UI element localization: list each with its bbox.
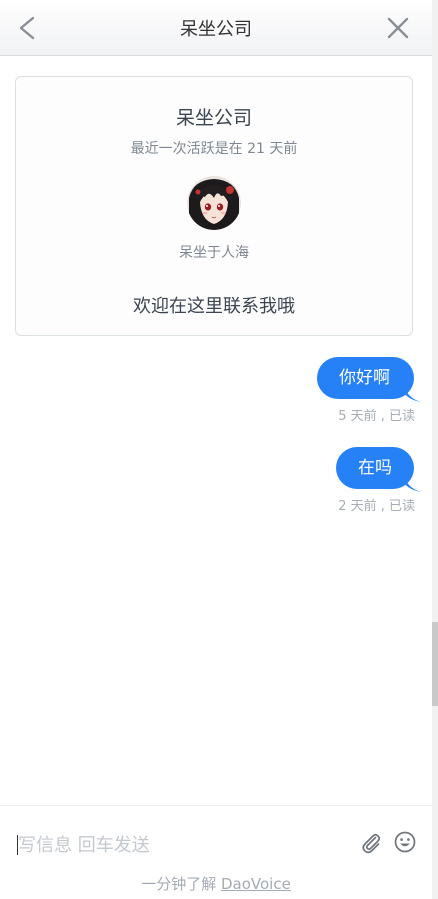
message-text: 在吗 — [358, 458, 392, 478]
welcome-message: 欢迎在这里联系我哦 — [133, 296, 295, 317]
daovoice-link[interactable]: DaoVoice — [221, 875, 291, 893]
powered-by: 一分钟了解 DaoVoice — [0, 873, 432, 894]
scrollbar-thumb[interactable] — [432, 622, 438, 706]
emoji-button[interactable] — [393, 830, 417, 854]
last-active-text: 最近一次活跃是在 21 天前 — [130, 141, 298, 157]
composer: 一分钟了解 DaoVoice — [0, 805, 432, 899]
message-bubble: 在吗 — [336, 447, 421, 492]
message-status: 2 天前 , 已读 — [338, 499, 415, 514]
bubble-tail — [403, 474, 421, 492]
chat-header: 呆坐公司 — [0, 0, 432, 56]
message-text: 你好啊 — [339, 368, 390, 388]
message-bubble: 你好啊 — [317, 357, 421, 402]
message-status: 5 天前 , 已读 — [338, 409, 415, 424]
avatar — [187, 176, 241, 230]
welcome-card: 呆坐公司 最近一次活跃是在 21 天前 呆坐于人海 欢迎在这里联系我哦 — [15, 76, 413, 336]
page-title: 呆坐公司 — [180, 19, 252, 40]
close-icon — [387, 17, 409, 39]
powered-by-prefix: 一分钟了解 — [141, 875, 221, 893]
chat-window: 呆坐公司 呆坐公司 最近一次活跃是在 21 天前 呆坐于人海 欢迎在这里联系我哦… — [0, 0, 433, 899]
smiley-icon — [394, 831, 416, 853]
bubble-tail — [403, 384, 421, 402]
company-name: 呆坐公司 — [175, 107, 252, 129]
attach-button[interactable] — [359, 830, 383, 854]
agent-name: 呆坐于人海 — [179, 245, 249, 261]
message-input[interactable] — [18, 830, 338, 860]
paperclip-icon — [362, 833, 381, 854]
scrollbar[interactable] — [432, 0, 438, 899]
close-button[interactable] — [382, 12, 414, 44]
